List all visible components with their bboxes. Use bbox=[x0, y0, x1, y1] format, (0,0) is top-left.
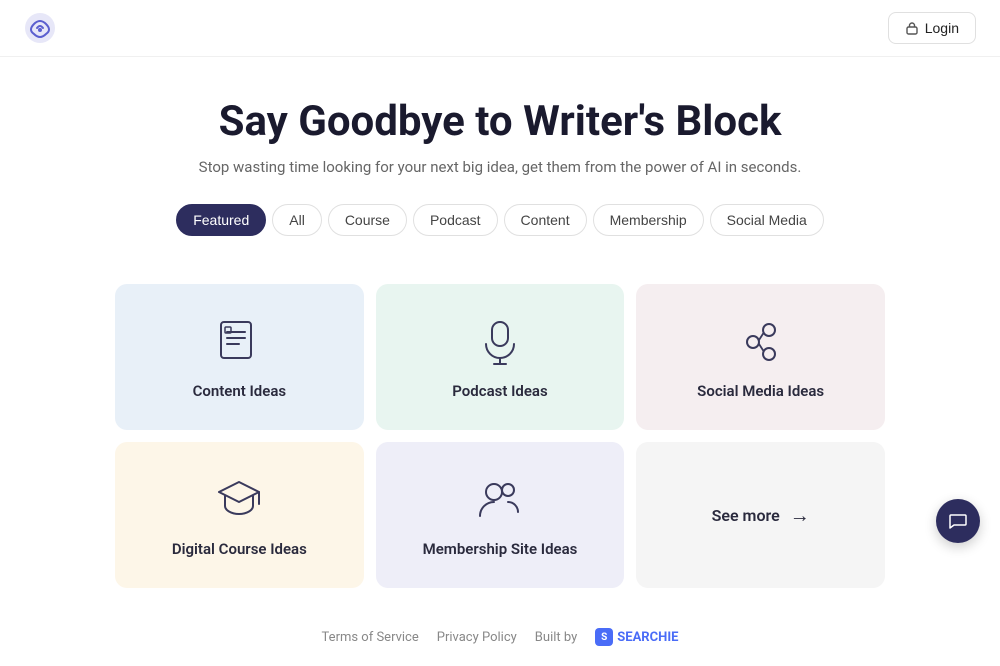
cards-grid: Content Ideas Podcast Ideas Social Media… bbox=[95, 284, 905, 588]
social-media-ideas-label: Social Media Ideas bbox=[697, 382, 824, 400]
searchie-label: SEARCHIE bbox=[617, 630, 678, 645]
searchie-logo: S SEARCHIE bbox=[595, 628, 678, 646]
course-ideas-icon bbox=[211, 472, 267, 528]
chat-icon bbox=[948, 511, 968, 531]
tab-social-media[interactable]: Social Media bbox=[710, 204, 824, 236]
filter-tabs: Featured All Course Podcast Content Memb… bbox=[20, 204, 980, 236]
logo-icon bbox=[24, 12, 56, 44]
card-podcast-ideas[interactable]: Podcast Ideas bbox=[376, 284, 625, 430]
hero-title: Say Goodbye to Writer's Block bbox=[20, 97, 980, 146]
header: Login bbox=[0, 0, 1000, 57]
hero-subtitle: Stop wasting time looking for your next … bbox=[20, 158, 980, 176]
login-label: Login bbox=[925, 20, 959, 36]
card-course-ideas[interactable]: Digital Course Ideas bbox=[115, 442, 364, 588]
tab-podcast[interactable]: Podcast bbox=[413, 204, 498, 236]
login-button[interactable]: Login bbox=[888, 12, 976, 44]
membership-site-icon bbox=[472, 472, 528, 528]
card-social-media-ideas[interactable]: Social Media Ideas bbox=[636, 284, 885, 430]
podcast-ideas-label: Podcast Ideas bbox=[452, 382, 547, 400]
terms-link[interactable]: Terms of Service bbox=[322, 630, 419, 645]
podcast-ideas-icon bbox=[472, 314, 528, 370]
see-more-label: See more bbox=[712, 506, 780, 525]
course-ideas-label: Digital Course Ideas bbox=[172, 540, 307, 558]
lock-icon bbox=[905, 21, 919, 35]
chat-widget[interactable] bbox=[936, 499, 980, 543]
built-by-text: Built by bbox=[535, 630, 577, 645]
tab-content[interactable]: Content bbox=[504, 204, 587, 236]
tab-featured[interactable]: Featured bbox=[176, 204, 266, 236]
searchie-icon: S bbox=[595, 628, 613, 646]
hero-section: Say Goodbye to Writer's Block Stop wasti… bbox=[0, 57, 1000, 284]
privacy-link[interactable]: Privacy Policy bbox=[437, 630, 517, 645]
card-membership-site-ideas[interactable]: Membership Site Ideas bbox=[376, 442, 625, 588]
arrow-right-icon: → bbox=[790, 503, 810, 528]
card-see-more[interactable]: See more → bbox=[636, 442, 885, 588]
card-content-ideas[interactable]: Content Ideas bbox=[115, 284, 364, 430]
see-more-content: See more → bbox=[712, 503, 810, 528]
footer: Terms of Service Privacy Policy Built by… bbox=[0, 588, 1000, 666]
content-ideas-icon bbox=[211, 314, 267, 370]
tab-membership[interactable]: Membership bbox=[593, 204, 704, 236]
tab-all[interactable]: All bbox=[272, 204, 322, 236]
social-media-icon bbox=[733, 314, 789, 370]
membership-site-ideas-label: Membership Site Ideas bbox=[423, 540, 578, 558]
tab-course[interactable]: Course bbox=[328, 204, 407, 236]
content-ideas-label: Content Ideas bbox=[193, 382, 287, 400]
